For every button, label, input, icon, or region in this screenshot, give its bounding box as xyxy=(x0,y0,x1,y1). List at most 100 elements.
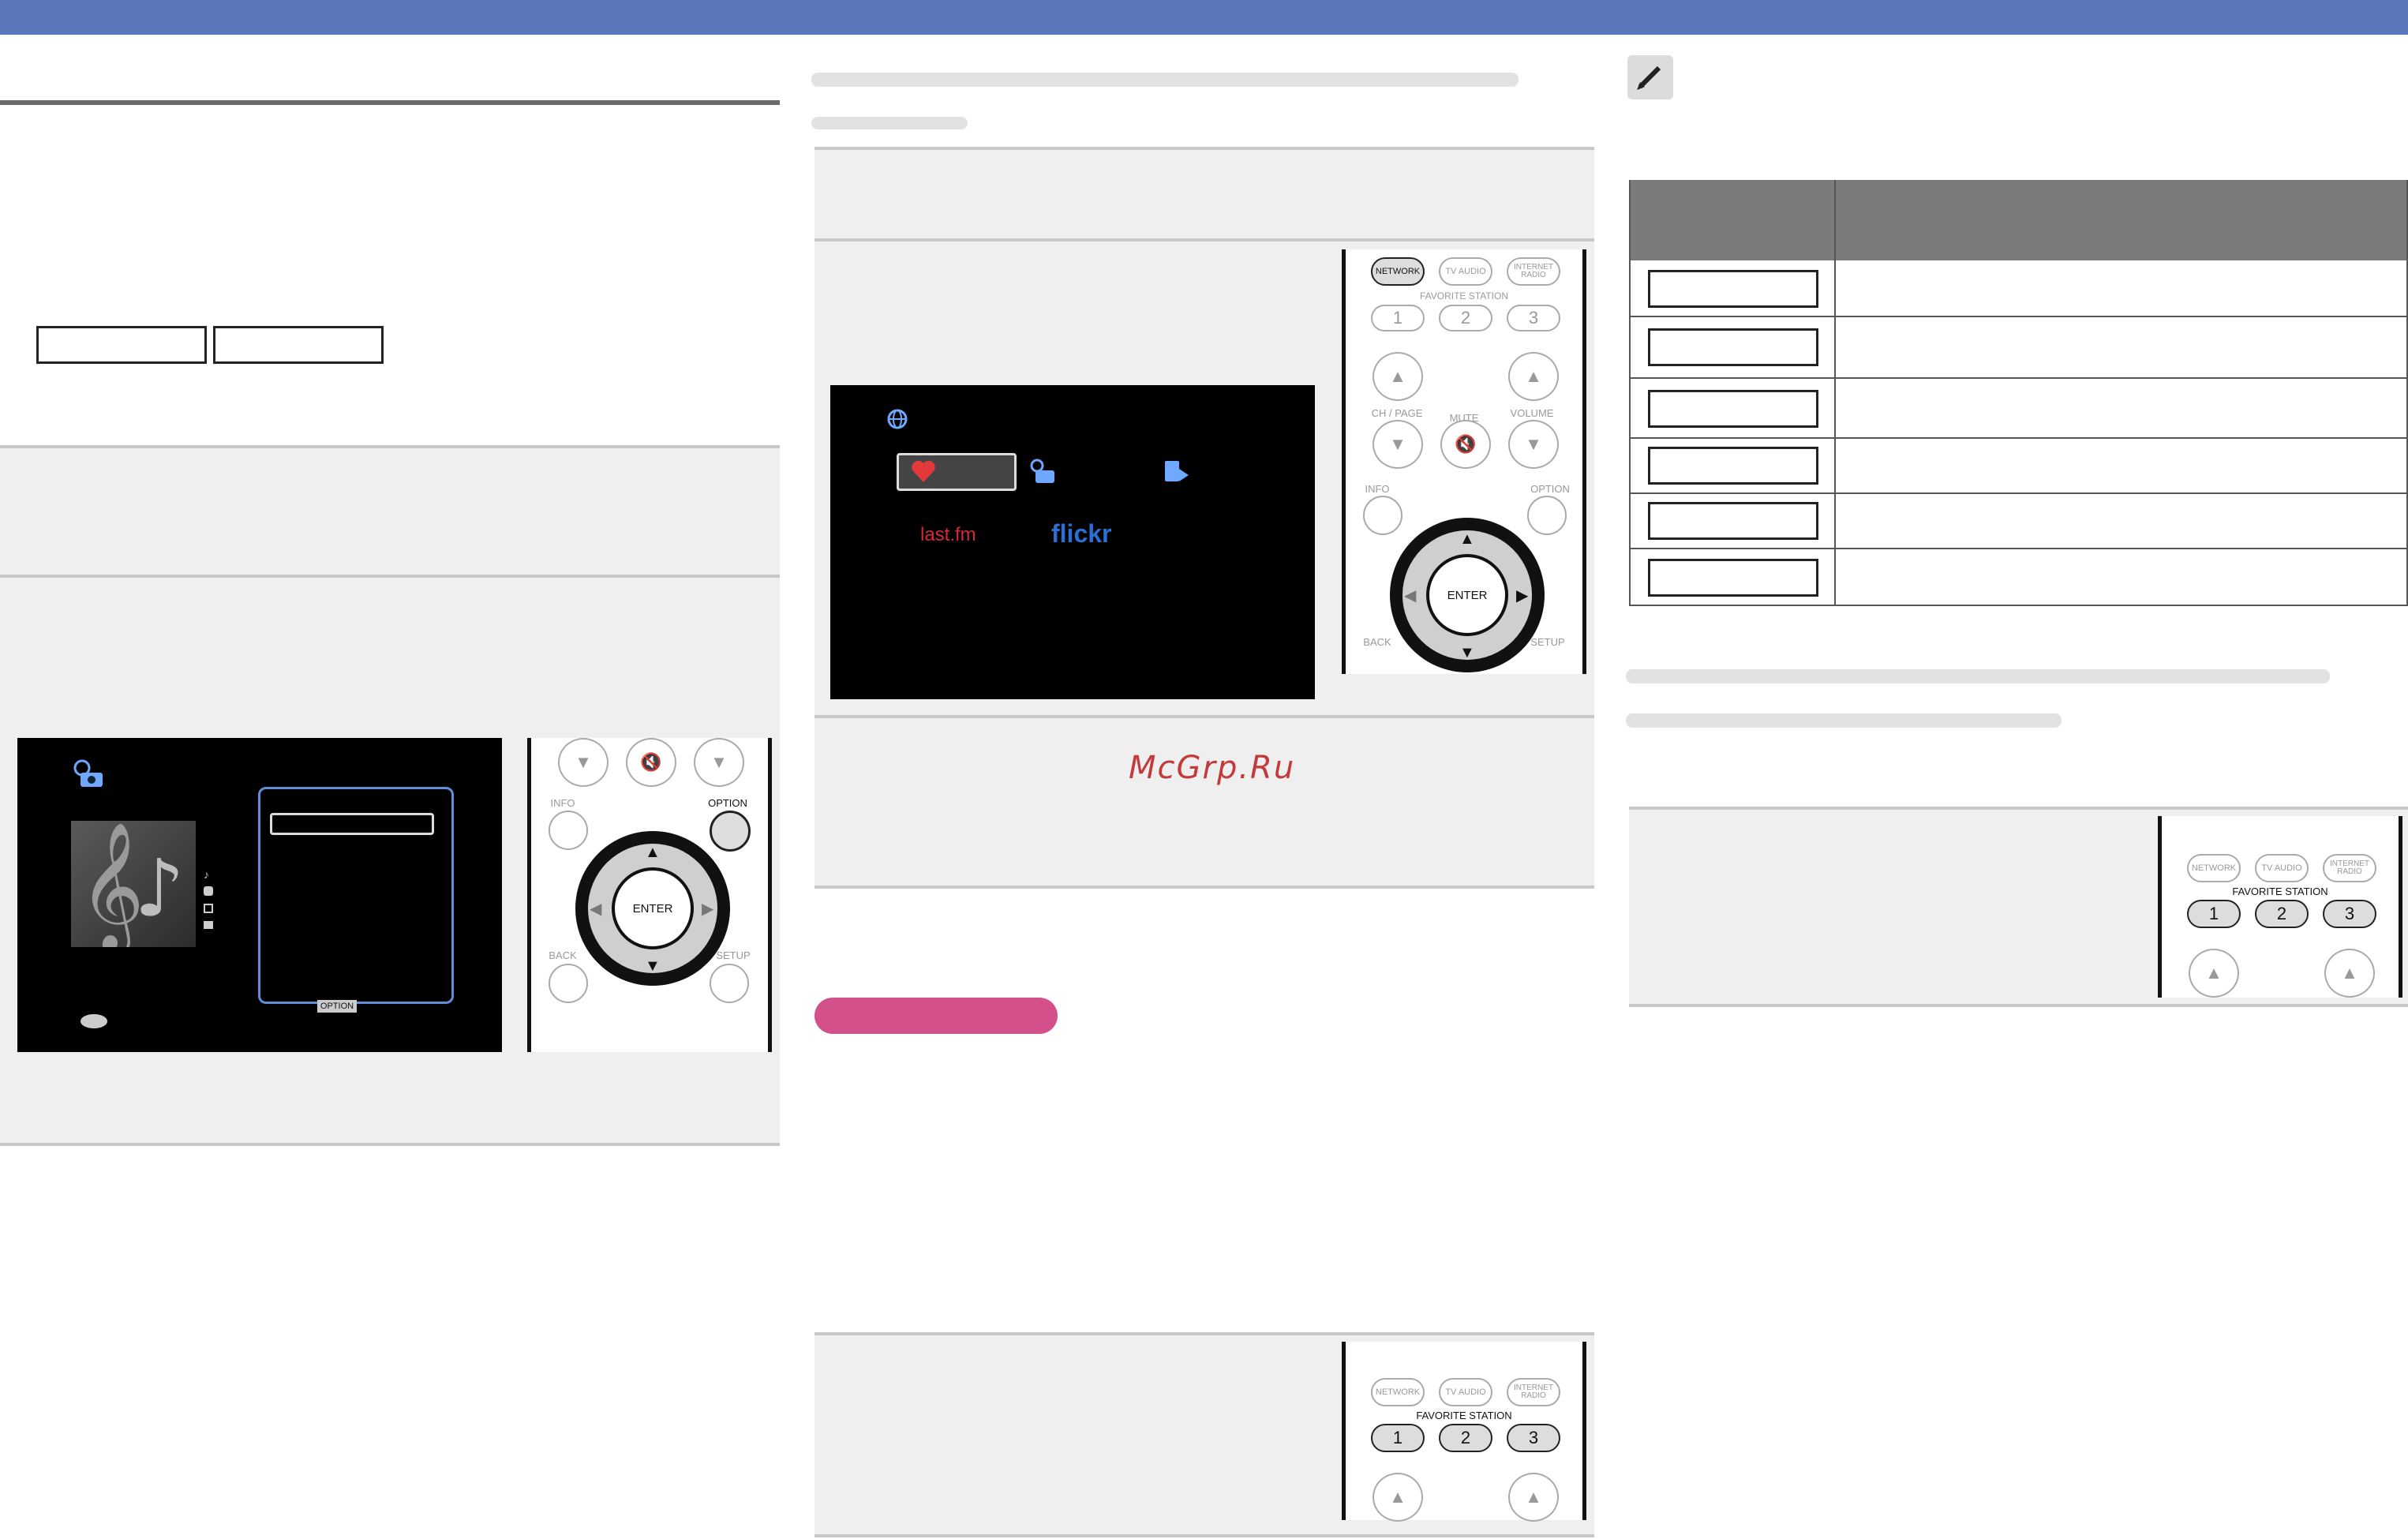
info-button[interactable] xyxy=(549,811,588,850)
up-arrow-icon[interactable]: ▲ xyxy=(1459,530,1475,549)
option-menu-item-selected[interactable] xyxy=(270,813,434,835)
table-row xyxy=(1629,260,2408,317)
note-pencil-icon xyxy=(1627,55,1673,99)
artist-icon xyxy=(204,886,213,896)
mute-button[interactable]: 🔇 xyxy=(626,738,676,787)
internet-radio-button[interactable]: INTERNET RADIO xyxy=(2323,854,2376,882)
table-row xyxy=(1629,494,2408,549)
pink-label-pill xyxy=(815,998,1058,1034)
tab-box-2 xyxy=(213,326,384,364)
right-arrow-icon[interactable]: ▶ xyxy=(702,899,713,919)
fav-1-button[interactable]: 1 xyxy=(1371,305,1425,331)
option-button[interactable] xyxy=(710,811,751,852)
fav-2-button[interactable]: 2 xyxy=(1439,305,1492,331)
down-arrow-icon[interactable]: ▼ xyxy=(645,957,661,975)
back-button[interactable] xyxy=(549,964,588,1003)
up-arrow-icon[interactable]: ▲ xyxy=(645,844,661,862)
svg-text:♪: ♪ xyxy=(134,842,185,934)
fav-2-button[interactable]: 2 xyxy=(1439,1424,1492,1452)
fav-3-button[interactable]: 3 xyxy=(1507,1424,1560,1452)
down-arrow-icon[interactable]: ▼ xyxy=(1459,644,1475,662)
divider xyxy=(815,886,1594,889)
volume-down-button[interactable]: ▼ xyxy=(694,738,744,787)
subheading-placeholder xyxy=(1626,713,2062,728)
internet-radio-button[interactable]: INTERNET RADIO xyxy=(1507,257,1560,286)
tv-screen-music: 𝄞 ♪ ♪ OPTION xyxy=(17,738,502,1052)
enter-button[interactable]: ENTER xyxy=(612,867,694,949)
table-key-box xyxy=(1648,390,1818,428)
dpad[interactable]: ENTER ▲ ▼ ◀ ▶ xyxy=(575,831,730,986)
favorites-tile-selected[interactable] xyxy=(897,453,1017,491)
back-label: BACK xyxy=(1363,636,1391,648)
fav-2-button[interactable]: 2 xyxy=(2255,900,2309,928)
mute-button[interactable]: 🔇 xyxy=(1440,420,1491,469)
time-icon xyxy=(204,921,213,929)
option-label: OPTION xyxy=(1530,483,1570,495)
remote-control-favorite-right: NETWORK TV AUDIO INTERNET RADIO FAVORITE… xyxy=(2158,816,2402,998)
table-key-box xyxy=(1648,502,1818,540)
volume-up-button[interactable]: ▲ xyxy=(1508,352,1559,401)
dpad[interactable]: ENTER ▲ ▼ ◀ ▶ xyxy=(1390,518,1545,672)
info-label: INFO xyxy=(1365,483,1390,495)
tv-screen-network: last.fm flickr xyxy=(830,385,1315,699)
tv-audio-button[interactable]: TV AUDIO xyxy=(1439,257,1492,286)
volume-up-button[interactable]: ▲ xyxy=(1508,1473,1559,1522)
divider xyxy=(815,1534,1594,1537)
divider xyxy=(1629,1004,2408,1007)
media-server-icon[interactable] xyxy=(1162,458,1190,486)
header-bar xyxy=(0,0,2408,35)
globe-icon xyxy=(887,409,908,429)
favorite-station-label: FAVORITE STATION xyxy=(1416,1410,1512,1421)
step-band-1 xyxy=(0,448,780,575)
table-row xyxy=(1629,439,2408,494)
back-label: BACK xyxy=(549,949,577,961)
left-arrow-icon[interactable]: ◀ xyxy=(590,899,601,919)
ch-down-button[interactable]: ▼ xyxy=(558,738,609,787)
tab-box-1 xyxy=(36,326,207,364)
fav-3-button[interactable]: 3 xyxy=(2323,900,2376,928)
enter-button[interactable]: ENTER xyxy=(1426,554,1508,636)
setup-button[interactable] xyxy=(710,964,749,1003)
fav-1-button[interactable]: 1 xyxy=(2187,900,2241,928)
ch-up-button[interactable]: ▲ xyxy=(2189,949,2239,998)
remote-control-network: NETWORK TV AUDIO INTERNET RADIO FAVORITE… xyxy=(1342,249,1586,674)
option-button-hint: OPTION xyxy=(317,1000,357,1013)
table-key-box xyxy=(1648,270,1818,308)
album-art: 𝄞 ♪ xyxy=(71,821,196,956)
info-button[interactable] xyxy=(1363,496,1402,535)
fav-1-button[interactable]: 1 xyxy=(1371,1424,1425,1452)
table-key-box xyxy=(1648,559,1818,597)
ch-page-label: CH / PAGE xyxy=(1371,407,1423,419)
ch-up-button[interactable]: ▲ xyxy=(1373,352,1423,401)
network-button[interactable]: NETWORK xyxy=(1371,257,1425,286)
network-button[interactable]: NETWORK xyxy=(1371,1378,1425,1406)
tv-audio-button[interactable]: TV AUDIO xyxy=(1439,1378,1492,1406)
left-arrow-icon[interactable]: ◀ xyxy=(1404,586,1416,605)
album-icon xyxy=(204,904,213,913)
flickr-logo[interactable]: flickr xyxy=(1051,519,1111,549)
option-button[interactable] xyxy=(1527,496,1567,535)
tv-audio-button[interactable]: TV AUDIO xyxy=(2255,854,2309,882)
music-note-icon: ♪ xyxy=(204,868,209,881)
ch-down-button[interactable]: ▼ xyxy=(1373,420,1423,469)
right-arrow-icon[interactable]: ▶ xyxy=(1516,586,1528,605)
subheading-placeholder xyxy=(811,117,968,129)
volume-down-button[interactable]: ▼ xyxy=(1508,420,1559,469)
lastfm-logo[interactable]: last.fm xyxy=(920,524,976,546)
table-row xyxy=(1629,549,2408,606)
ch-up-button[interactable]: ▲ xyxy=(1373,1473,1423,1522)
network-button[interactable]: NETWORK xyxy=(2187,854,2241,882)
divider xyxy=(0,1143,780,1146)
setup-label: SETUP xyxy=(1530,636,1565,648)
internet-radio-icon[interactable] xyxy=(1029,458,1058,486)
volume-up-button[interactable]: ▲ xyxy=(2324,949,2375,998)
fav-3-button[interactable]: 3 xyxy=(1507,305,1560,331)
section-rule xyxy=(0,100,780,105)
step-band-5 xyxy=(815,718,1594,886)
volume-label: VOLUME xyxy=(1510,407,1554,419)
table-row xyxy=(1629,379,2408,439)
table-key-box xyxy=(1648,447,1818,485)
heading-placeholder xyxy=(811,73,1519,87)
internet-radio-button[interactable]: INTERNET RADIO xyxy=(1507,1378,1560,1406)
table-key-box xyxy=(1648,328,1818,366)
